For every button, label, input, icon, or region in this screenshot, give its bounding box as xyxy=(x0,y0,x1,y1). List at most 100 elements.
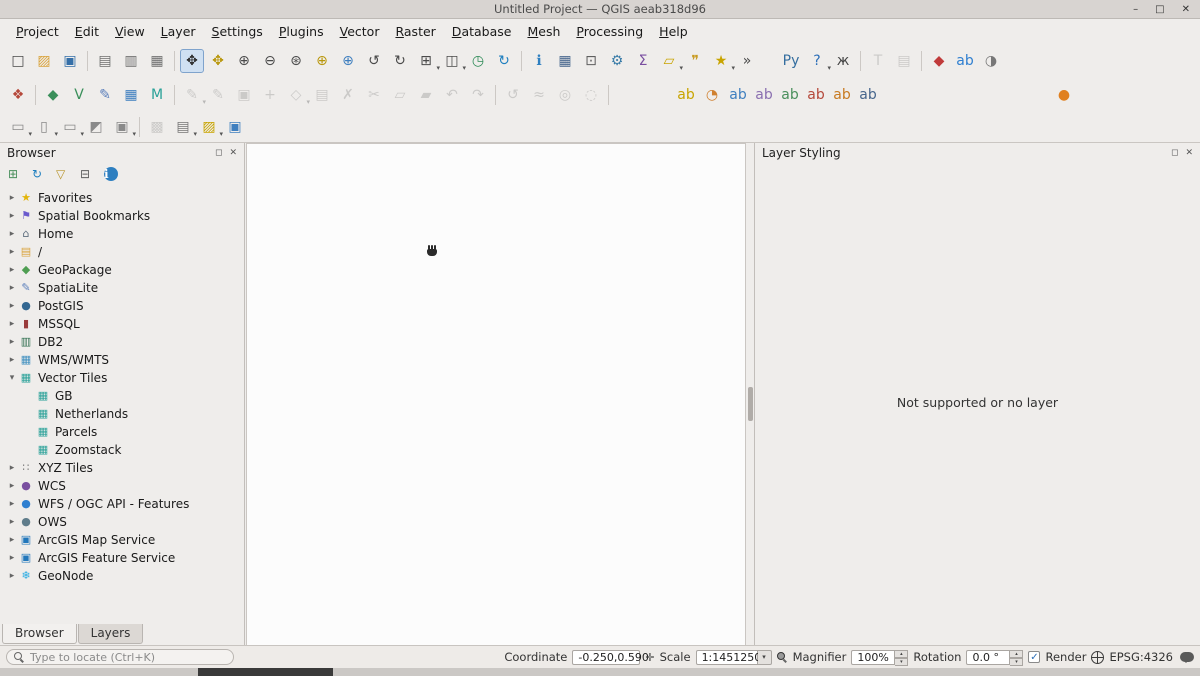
select-all-features-button[interactable]: ▣ xyxy=(110,115,134,139)
expand-arrow-icon[interactable]: ▸ xyxy=(6,229,18,239)
expand-arrow-icon[interactable]: ▸ xyxy=(6,553,18,563)
zoom-next-button[interactable]: ↻ xyxy=(388,49,412,73)
browser-item-favorites[interactable]: ▸ ★ Favorites xyxy=(0,189,244,207)
pan-map-button[interactable]: ✥ xyxy=(180,49,204,73)
crs-globe-icon[interactable] xyxy=(1091,651,1104,664)
magnifier-value[interactable]: 100% xyxy=(851,650,895,665)
select-features-by-value-button[interactable]: ▯ xyxy=(32,115,56,139)
tab-browser[interactable]: Browser xyxy=(2,624,77,644)
expand-arrow-icon[interactable]: ▸ xyxy=(6,517,18,527)
measure-button[interactable]: ▱ xyxy=(657,49,681,73)
browser-item-wms-wmts[interactable]: ▸ ▦ WMS/WMTS xyxy=(0,351,244,369)
new-virtual-layer-button[interactable]: ▦ xyxy=(119,83,143,107)
new-geopackage-layer-button[interactable]: ◆ xyxy=(41,83,65,107)
reshape-features-button[interactable]: ◌ xyxy=(579,83,603,107)
browser-item-db2[interactable]: ▸ ▥ DB2 xyxy=(0,333,244,351)
browser-item-vector-tiles[interactable]: ▾ ▦ Vector Tiles xyxy=(0,369,244,387)
open-attribute-table-button[interactable]: ▦ xyxy=(553,49,577,73)
crs-label[interactable]: EPSG:4326 xyxy=(1109,650,1173,664)
data-defined-override-button[interactable]: ▣ xyxy=(223,115,247,139)
report-bug-button[interactable]: ж xyxy=(831,49,855,73)
expand-arrow-icon[interactable]: ▸ xyxy=(6,481,18,491)
menu-processing[interactable]: Processing xyxy=(568,21,651,42)
expand-arrow-icon[interactable]: ▸ xyxy=(6,535,18,545)
modify-attributes-button[interactable]: ▤ xyxy=(310,83,334,107)
collapse-all-button[interactable]: ⊟ xyxy=(77,164,97,184)
browser-item-home[interactable]: ▸ ⌂ Home xyxy=(0,225,244,243)
browser-item-root-folder[interactable]: ▸ ▤ / xyxy=(0,243,244,261)
plugin-globe-button[interactable]: ● xyxy=(1052,83,1076,107)
float-panel-icon[interactable]: ◻ xyxy=(1171,148,1178,158)
undo-button[interactable]: ↶ xyxy=(440,83,464,107)
python-console-button[interactable]: Py xyxy=(779,49,803,73)
expand-arrow-icon[interactable]: ▸ xyxy=(6,571,18,581)
highlight-pinned-labels-button[interactable]: ab xyxy=(726,83,750,107)
zoom-out-button[interactable]: ⊖ xyxy=(258,49,282,73)
invert-selection-button[interactable]: ◩ xyxy=(84,115,108,139)
menu-settings[interactable]: Settings xyxy=(204,21,271,42)
show-hide-labels-button[interactable]: ab xyxy=(778,83,802,107)
expand-arrow-icon[interactable]: ▸ xyxy=(6,211,18,221)
splitter-handle[interactable] xyxy=(748,387,753,421)
filter-browser-button[interactable]: ▽ xyxy=(53,164,73,184)
new-spatial-bookmark-button[interactable]: ★ xyxy=(709,49,733,73)
simplify-feature-button[interactable]: ≈ xyxy=(527,83,551,107)
menu-layer[interactable]: Layer xyxy=(153,21,204,42)
map-theme-button[interactable]: ▤ xyxy=(171,115,195,139)
add-ring-button[interactable]: ◎ xyxy=(553,83,577,107)
save-layer-edits-button[interactable]: ▣ xyxy=(232,83,256,107)
expand-arrow-icon[interactable]: ▸ xyxy=(6,265,18,275)
browser-item-mssql[interactable]: ▸ ▮ MSSQL xyxy=(0,315,244,333)
select-features-button[interactable]: ▭ xyxy=(6,115,30,139)
close-panel-icon[interactable]: ✕ xyxy=(229,148,237,158)
add-selected-layers-button[interactable]: ⊞ xyxy=(5,164,25,184)
menu-help[interactable]: Help xyxy=(651,21,696,42)
scale-combobox[interactable]: 1:1451250 xyxy=(696,650,772,665)
identify-features-button[interactable]: ℹ xyxy=(527,49,551,73)
current-edits-button[interactable]: ✎ xyxy=(180,83,204,107)
browser-item-wfs[interactable]: ▸ ● WFS / OGC API - Features xyxy=(0,495,244,513)
browser-item-spatialite[interactable]: ▸ ✎ SpatiaLite xyxy=(0,279,244,297)
spin-down-icon[interactable] xyxy=(895,658,908,666)
vertex-tool-button[interactable]: ◇ xyxy=(284,83,308,107)
menu-database[interactable]: Database xyxy=(444,21,520,42)
open-project-button[interactable]: ▨ xyxy=(32,49,56,73)
menu-project[interactable]: Project xyxy=(8,21,67,42)
refresh-browser-button[interactable]: ↻ xyxy=(29,164,49,184)
layer-labeling-options-button[interactable]: ab xyxy=(674,83,698,107)
zoom-to-selection-button[interactable]: ⊕ xyxy=(310,49,334,73)
magnifier-spinbox[interactable]: 100% xyxy=(851,650,908,665)
menu-plugins[interactable]: Plugins xyxy=(271,21,332,42)
browser-item-netherlands[interactable]: ▦ Netherlands xyxy=(0,405,244,423)
zoom-in-button[interactable]: ⊕ xyxy=(232,49,256,73)
expand-arrow-icon[interactable]: ▸ xyxy=(6,337,18,347)
pan-map-to-selection-button[interactable]: ✥ xyxy=(206,49,230,73)
new-mesh-layer-button[interactable]: M xyxy=(145,83,169,107)
map-canvas[interactable] xyxy=(246,143,746,646)
scale-dropdown-icon[interactable] xyxy=(758,650,772,665)
close-panel-icon[interactable]: ✕ xyxy=(1185,148,1193,158)
browser-item-arcgis-feature-service[interactable]: ▸ ▣ ArcGIS Feature Service xyxy=(0,549,244,567)
change-label-properties-button[interactable]: ab xyxy=(856,83,880,107)
delete-selected-button[interactable]: ✗ xyxy=(336,83,360,107)
expand-arrow-icon[interactable]: ▾ xyxy=(6,373,18,383)
rotate-label-button[interactable]: ab xyxy=(830,83,854,107)
add-feature-button[interactable]: + xyxy=(258,83,282,107)
browser-item-gb[interactable]: ▦ GB xyxy=(0,387,244,405)
render-checkbox[interactable]: ✓ xyxy=(1028,651,1040,663)
plugin-label-button[interactable]: ab xyxy=(953,49,977,73)
expand-arrow-icon[interactable]: ▸ xyxy=(6,463,18,473)
tab-layers[interactable]: Layers xyxy=(78,624,144,644)
refresh-map-button[interactable]: ↻ xyxy=(492,49,516,73)
new-shapefile-layer-button[interactable]: V xyxy=(67,83,91,107)
browser-item-geopackage[interactable]: ▸ ◆ GeoPackage xyxy=(0,261,244,279)
browser-item-postgis[interactable]: ▸ ● PostGIS xyxy=(0,297,244,315)
coordinate-input[interactable]: -0.250,0.590 xyxy=(572,650,640,665)
browser-item-zoomstack[interactable]: ▦ Zoomstack xyxy=(0,441,244,459)
show-layout-manager-button[interactable]: ▦ xyxy=(145,49,169,73)
zoom-to-layer-button[interactable]: ⊕ xyxy=(336,49,360,73)
new-spatialite-layer-button[interactable]: ✎ xyxy=(93,83,117,107)
menu-vector[interactable]: Vector xyxy=(332,21,388,42)
new-print-layout-button[interactable]: ▤ xyxy=(93,49,117,73)
zoom-last-button[interactable]: ↺ xyxy=(362,49,386,73)
